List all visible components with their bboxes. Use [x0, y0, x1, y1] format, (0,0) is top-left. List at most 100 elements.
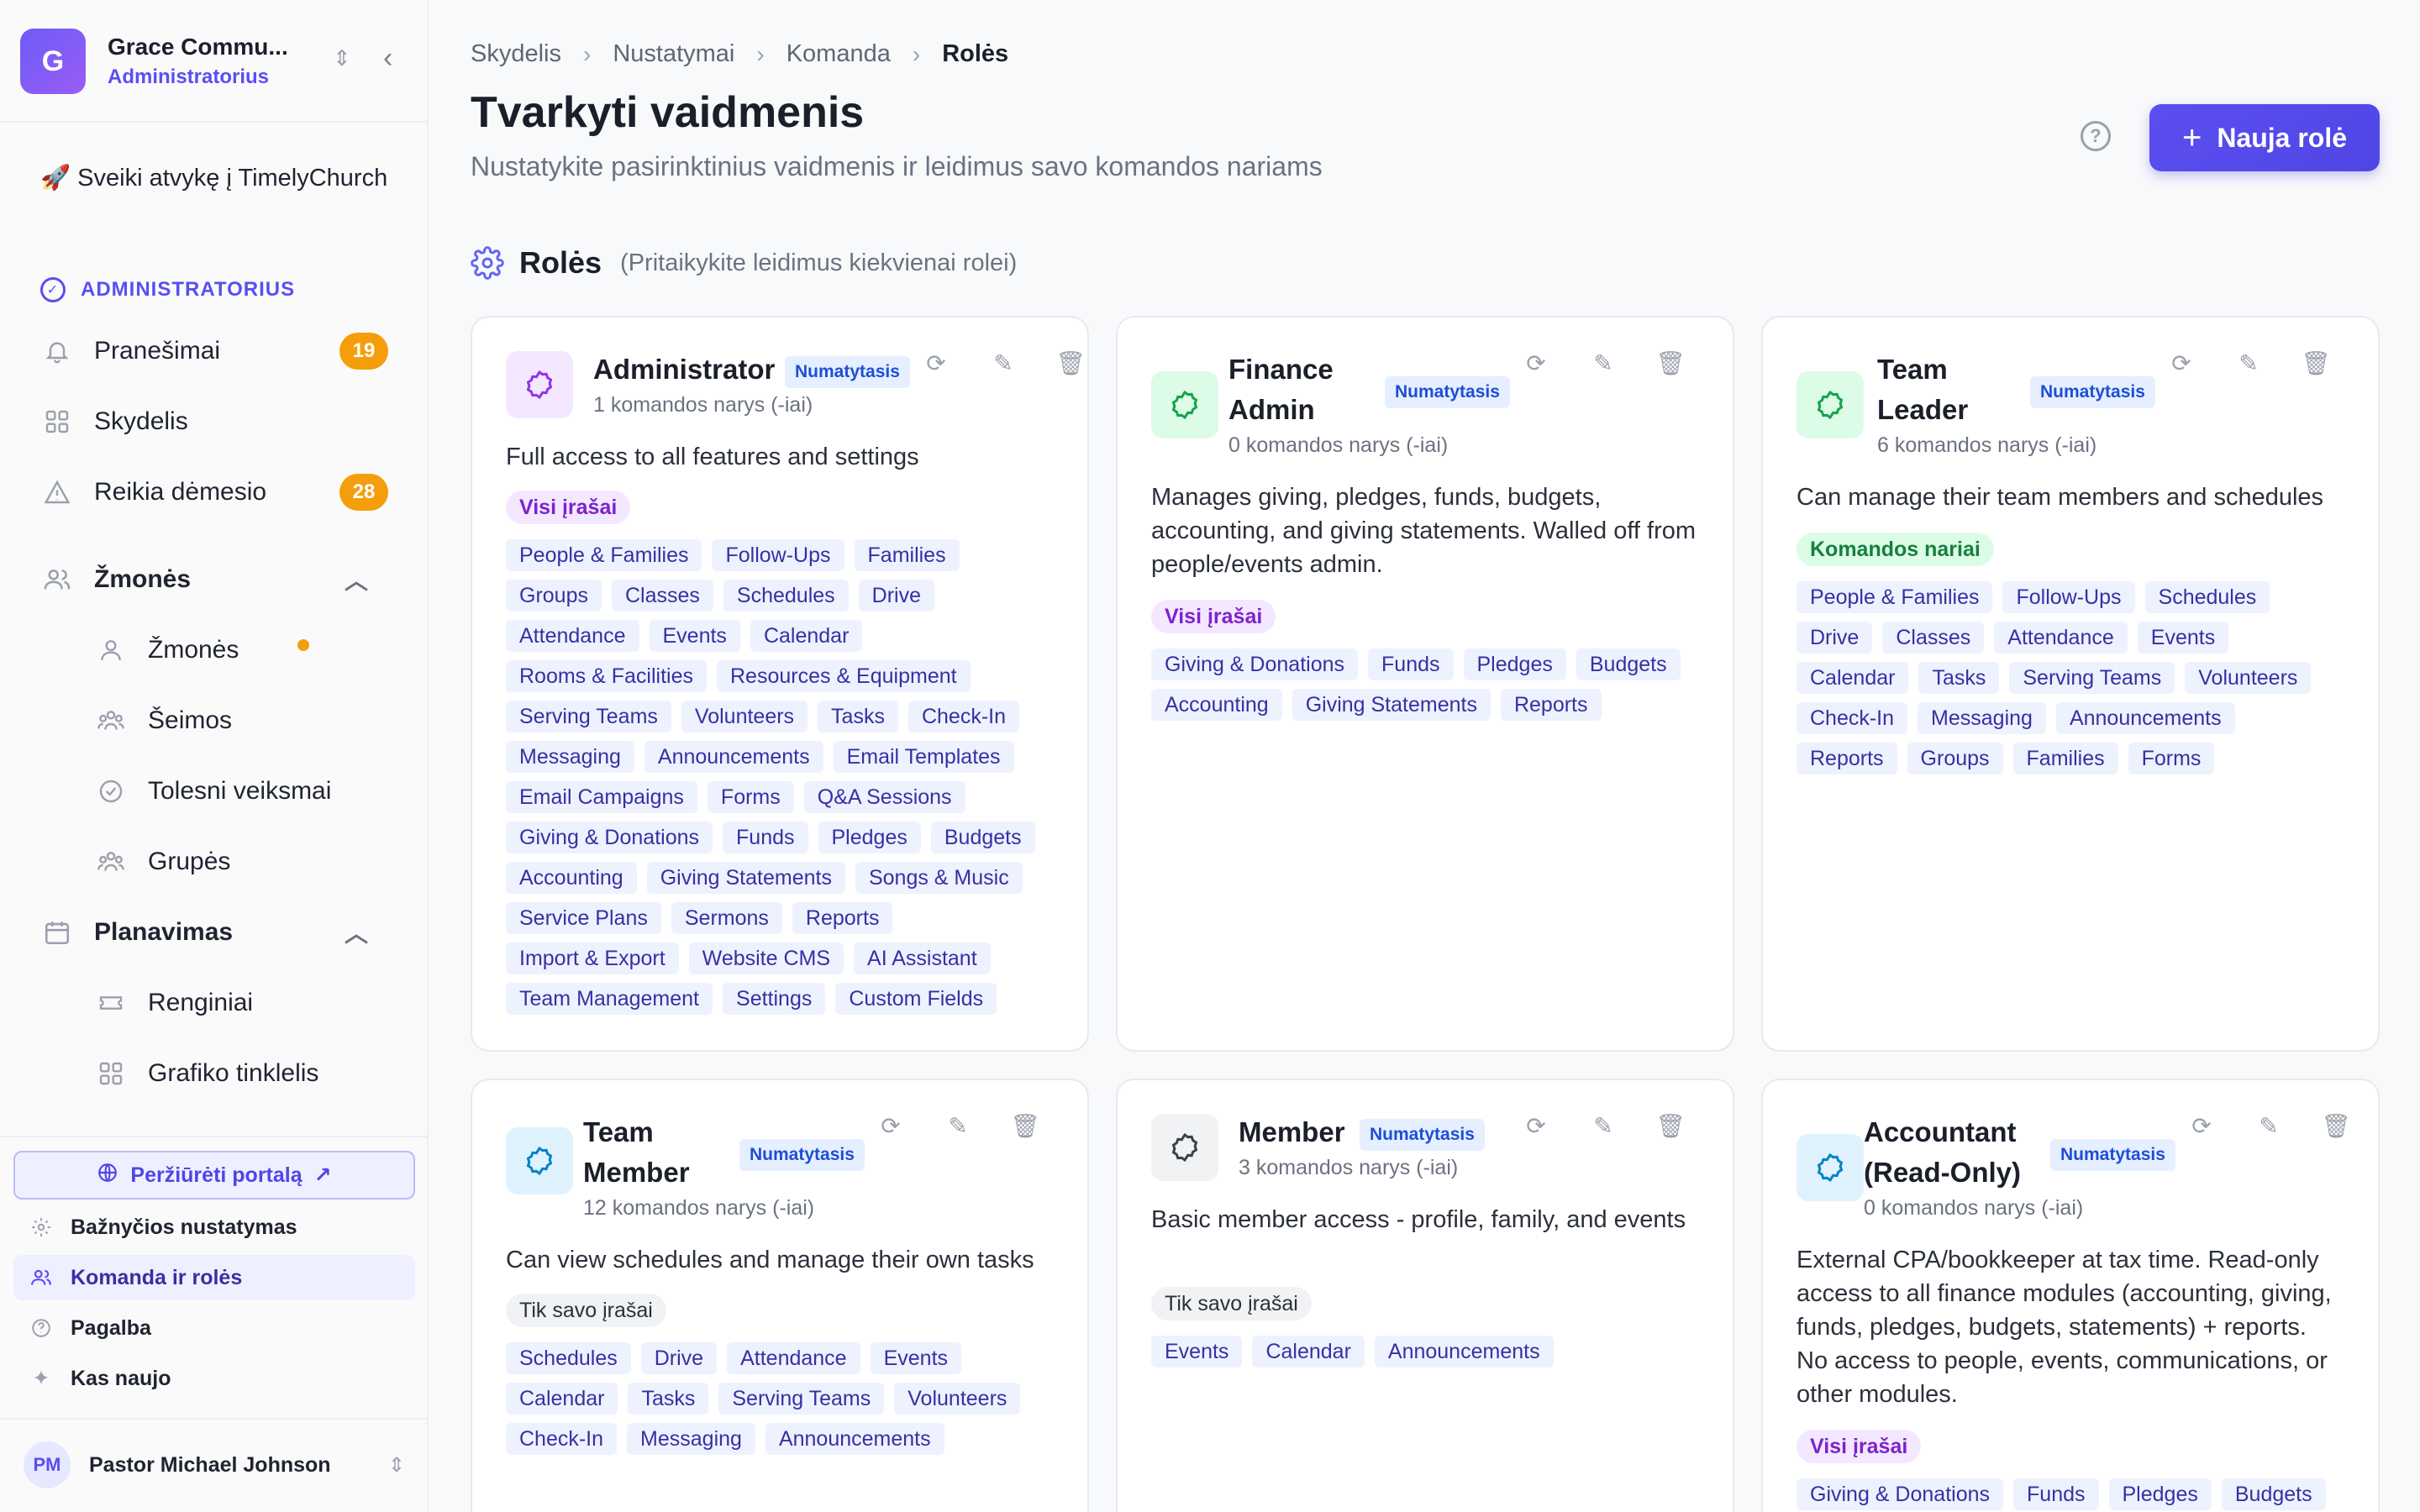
permission-tag: Resources & Equipment [717, 660, 971, 692]
check-circle-icon: ✓ [40, 277, 66, 302]
role-card-accountant[interactable]: Accountant (Read-Only) Numatytasis 0 kom… [1761, 1079, 2380, 1512]
permission-tag: Volunteers [2185, 662, 2312, 694]
refresh-icon[interactable]: ⟳ [921, 349, 951, 377]
sidebar-item-team-roles[interactable]: Komanda ir rolės [13, 1255, 415, 1300]
role-member-count: 3 komandos narys (-iai) [1239, 1156, 1459, 1179]
refresh-icon[interactable]: ⟳ [1521, 349, 1551, 377]
gear-icon [471, 246, 504, 280]
permission-tag: Drive [1797, 622, 1873, 654]
trash-icon[interactable]: 🗑 [1655, 349, 1686, 377]
role-card-finance-admin[interactable]: Finance Admin Numatytasis 0 komandos nar… [1116, 316, 1734, 1052]
sidebar-item-groups[interactable]: Grupės [94, 838, 397, 885]
user-menu[interactable]: PM Pastor Michael Johnson ⇕ [24, 1441, 410, 1488]
sidebar-item-church-settings[interactable]: Bažnyčios nustatymas [13, 1205, 415, 1250]
sidebar-item-schedule-grid[interactable]: Grafiko tinklelis [94, 1050, 397, 1097]
roles-section-title: Rolės [519, 245, 602, 280]
refresh-icon[interactable]: ⟳ [1521, 1112, 1551, 1140]
permission-tag: Drive [858, 580, 934, 612]
permission-tag: Serving Teams [718, 1383, 885, 1415]
permission-tag: AI Assistant [854, 942, 991, 974]
edit-icon[interactable]: ✎ [943, 1112, 973, 1140]
role-card-administrator[interactable]: Administrator Numatytasis 1 komandos nar… [471, 316, 1089, 1052]
edit-icon[interactable]: ✎ [988, 349, 1018, 377]
permission-tag: Giving Statements [1292, 689, 1491, 721]
edit-icon[interactable]: ✎ [2254, 1112, 2284, 1140]
sidebar-item-follow-ups[interactable]: Tolesni veiksmai [94, 768, 397, 815]
roles-section-header: Rolės (Pritaikykite leidimus kiekvienai … [471, 245, 1017, 281]
edit-icon[interactable]: ✎ [1588, 1112, 1618, 1140]
sidebar-item-label: Grupės [148, 848, 231, 875]
new-role-button[interactable]: + Nauja rolė [2149, 104, 2380, 171]
breadcrumb-item[interactable]: Komanda [786, 40, 891, 68]
refresh-icon[interactable]: ⟳ [2166, 349, 2196, 377]
permission-tag: Budgets [930, 822, 1035, 853]
sidebar-item-whats-new[interactable]: ✦ Kas naujo [13, 1356, 415, 1401]
refresh-icon[interactable]: ⟳ [876, 1112, 906, 1140]
chevron-up-down-icon[interactable]: ⇕ [333, 45, 351, 71]
permission-tag: Messaging [506, 741, 634, 773]
chevron-up-icon[interactable]: ︿ [345, 563, 368, 596]
sidebar-item-notifications[interactable]: Pranešimai 19 [40, 328, 393, 375]
role-name: Finance Admin [1228, 354, 1334, 425]
edit-icon[interactable]: ✎ [2233, 349, 2264, 377]
sidebar-item-label: Kas naujo [71, 1366, 171, 1390]
help-icon[interactable]: ? [2081, 121, 2111, 151]
role-actions: ⟳ ✎ 🗑 [921, 349, 1086, 377]
permission-tag: Serving Teams [2009, 662, 2175, 694]
roles-section-hint: (Pritaikykite leidimus kiekvienai rolei) [620, 249, 1018, 276]
sidebar-item-attention[interactable]: Reikia dėmesio 28 [40, 469, 393, 516]
chevron-up-icon[interactable]: ︿ [345, 916, 368, 949]
permission-tag: Calendar [506, 1383, 618, 1415]
breadcrumb-item[interactable]: Skydelis [471, 40, 561, 68]
permission-tag: Families [2012, 743, 2118, 774]
role-description: Can view schedules and manage their own … [506, 1247, 1034, 1273]
view-portal-button[interactable]: Peržiūrėti portalą ↗ [13, 1151, 415, 1200]
permission-tag: Attendance [506, 620, 639, 652]
sidebar-item-help[interactable]: Pagalba [13, 1305, 415, 1351]
divider [0, 1136, 427, 1137]
sidebar-item-label: Šeimos [148, 706, 233, 734]
divider [0, 1418, 427, 1420]
sidebar-item-events[interactable]: Renginiai [94, 979, 397, 1026]
permission-tag: Calendar [750, 620, 863, 652]
sidebar-item-label: Reikia dėmesio [94, 478, 267, 506]
trash-icon[interactable]: 🗑 [1010, 1112, 1040, 1140]
trash-icon[interactable]: 🗑 [2321, 1112, 2351, 1140]
sidebar-item-label: Renginiai [148, 989, 254, 1016]
divider [0, 121, 427, 123]
sidebar-item-families[interactable]: Šeimos [94, 697, 397, 744]
sidebar-group-planning[interactable]: Planavimas ︿ [40, 909, 393, 956]
sidebar-item-dashboard[interactable]: Skydelis [40, 398, 393, 445]
role-card-team-member[interactable]: Team Member Numatytasis 12 komandos nary… [471, 1079, 1089, 1512]
role-member-count: 1 komandos narys (-iai) [593, 393, 813, 417]
grid-icon [40, 405, 74, 438]
org-role: Administratorius [108, 66, 270, 88]
permission-tag: Website CMS [688, 942, 844, 974]
trash-icon[interactable]: 🗑 [1055, 349, 1086, 377]
breadcrumb-item[interactable]: Nustatymai [613, 40, 734, 68]
collapse-sidebar-icon[interactable]: ‹ [383, 42, 392, 75]
external-link-icon: ↗ [313, 1163, 332, 1187]
permission-tag: Tasks [1918, 662, 2000, 694]
trash-icon[interactable]: 🗑 [2301, 349, 2331, 377]
trash-icon[interactable]: 🗑 [1655, 1112, 1686, 1140]
permission-tag: People & Families [1797, 581, 1993, 613]
bell-icon [40, 334, 74, 368]
permission-tag: Funds [2013, 1478, 2099, 1510]
sidebar-item-people[interactable]: Žmonės [94, 627, 397, 674]
edit-icon[interactable]: ✎ [1588, 349, 1618, 377]
welcome-text[interactable]: 🚀 Sveiki atvykę į TimelyChurch [40, 161, 393, 195]
plus-icon: + [2181, 118, 2202, 156]
permission-tag: Events [1151, 1336, 1243, 1368]
page-title: Tvarkyti vaidmenis [471, 88, 865, 137]
role-actions: ⟳ ✎ 🗑 [1521, 349, 1686, 377]
role-card-member[interactable]: Member Numatytasis 3 komandos narys (-ia… [1116, 1079, 1734, 1512]
refresh-icon[interactable]: ⟳ [2186, 1112, 2217, 1140]
role-card-team-leader[interactable]: Team Leader Numatytasis 6 komandos narys… [1761, 316, 2380, 1052]
permissions-list: People & Families Follow-Ups Schedules Driv… [1797, 581, 2344, 774]
role-member-count: 12 komandos narys (-iai) [583, 1196, 815, 1220]
sidebar-group-people[interactable]: Žmonės ︿ [40, 556, 393, 603]
permission-tag: Messaging [1918, 702, 2046, 734]
chevron-up-down-icon[interactable]: ⇕ [388, 1453, 405, 1478]
org-switcher[interactable]: G Grace Commu... Administratorius ⇕ ‹ [20, 27, 415, 96]
